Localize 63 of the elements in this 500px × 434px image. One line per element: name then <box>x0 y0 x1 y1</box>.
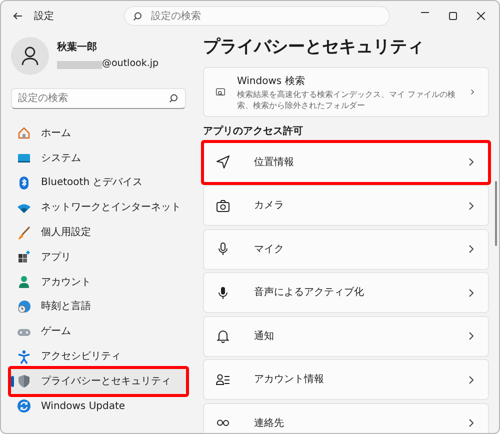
selected-sidebar-item[interactable]: プライバシーとセキュリティ <box>11 368 186 394</box>
chevron-icon <box>469 419 474 427</box>
page-title: プライバシーとセキュリティ <box>203 36 425 59</box>
apps-icon <box>17 250 31 264</box>
settings-row[interactable]: 連絡先 <box>203 402 489 433</box>
sync-icon <box>17 399 31 414</box>
settings-row[interactable]: 通知 <box>203 316 489 356</box>
selection-indicator <box>11 376 14 387</box>
scrollbar-thumb[interactable] <box>495 181 497 246</box>
sidebar-item[interactable]: ホーム <box>11 121 186 146</box>
settings-row[interactable]: マイク <box>203 228 489 270</box>
search-icon <box>169 94 178 103</box>
maximize-icon[interactable] <box>449 12 457 20</box>
location-arrow-icon <box>216 155 230 169</box>
card-description: 検索結果を高速化する検索インデックス、マイ ファイルの検索、検索から除外されたフォルダー <box>236 88 457 110</box>
back-icon[interactable] <box>13 12 23 20</box>
chevron-icon <box>469 376 474 384</box>
microphone-icon <box>216 286 230 300</box>
sidebar-item[interactable]: アプリ <box>11 244 186 270</box>
sidebar-item[interactable]: ゲーム <box>11 319 186 344</box>
brush-icon <box>17 226 31 240</box>
contacts-icon <box>216 419 230 427</box>
microphone-icon <box>216 242 230 256</box>
avatar <box>11 37 49 75</box>
accessibility-icon <box>17 350 31 364</box>
camera-icon <box>216 198 230 212</box>
bell-icon <box>216 329 230 343</box>
redacted-text <box>57 60 102 68</box>
sidebar-item[interactable]: アカウント <box>11 270 186 295</box>
chevron-icon <box>470 88 474 96</box>
chevron-icon <box>469 288 474 296</box>
settings-row[interactable]: 音声によるアクティブ化 <box>203 272 489 313</box>
shield-icon <box>17 374 31 388</box>
sidebar-item[interactable]: アクセシビリティ <box>11 344 186 369</box>
card-title: Windows 検索 <box>236 74 306 88</box>
settings-row[interactable]: 位置情報 <box>203 142 489 182</box>
sidebar-item[interactable]: システム <box>11 146 186 171</box>
bluetooth-icon <box>17 176 31 190</box>
user-email: @outlook.jp <box>102 57 159 72</box>
sidebar-item[interactable]: 個人用設定 <box>11 220 186 245</box>
search-window-icon <box>216 86 225 98</box>
search-field[interactable]: 設定の検索 <box>124 6 390 26</box>
monitor-icon <box>17 151 31 166</box>
sidebar-item[interactable]: ネットワークとインターネット <box>11 195 186 220</box>
sidebar-item[interactable]: Bluetooth とデバイス <box>11 170 186 196</box>
search-field[interactable]: 設定の検索 <box>11 88 186 109</box>
sidebar-item[interactable]: 時刻と言語 <box>11 294 186 320</box>
chevron-icon <box>469 245 474 253</box>
settings-row[interactable]: アカウント情報 <box>203 359 489 400</box>
house-icon <box>17 126 31 140</box>
chevron-icon <box>469 202 474 210</box>
chevron-icon <box>469 332 474 340</box>
section-heading: アプリのアクセス許可 <box>203 125 304 139</box>
user-name: 秋葉一郎 <box>57 40 98 56</box>
settings-row[interactable]: カメラ <box>203 185 489 226</box>
person-icon <box>17 275 31 290</box>
chevron-icon <box>469 158 474 166</box>
settings-card[interactable]: Windows 検索 検索結果を高速化する検索インデックス、マイ ファイルの検索、検索から除外されたフォルダー <box>203 67 489 117</box>
sidebar-item[interactable]: Windows Update <box>11 394 186 419</box>
globe-clock-icon <box>17 300 31 314</box>
window-title: 設定 <box>34 10 54 24</box>
close-icon[interactable] <box>477 12 485 20</box>
account-details-icon <box>216 372 230 386</box>
